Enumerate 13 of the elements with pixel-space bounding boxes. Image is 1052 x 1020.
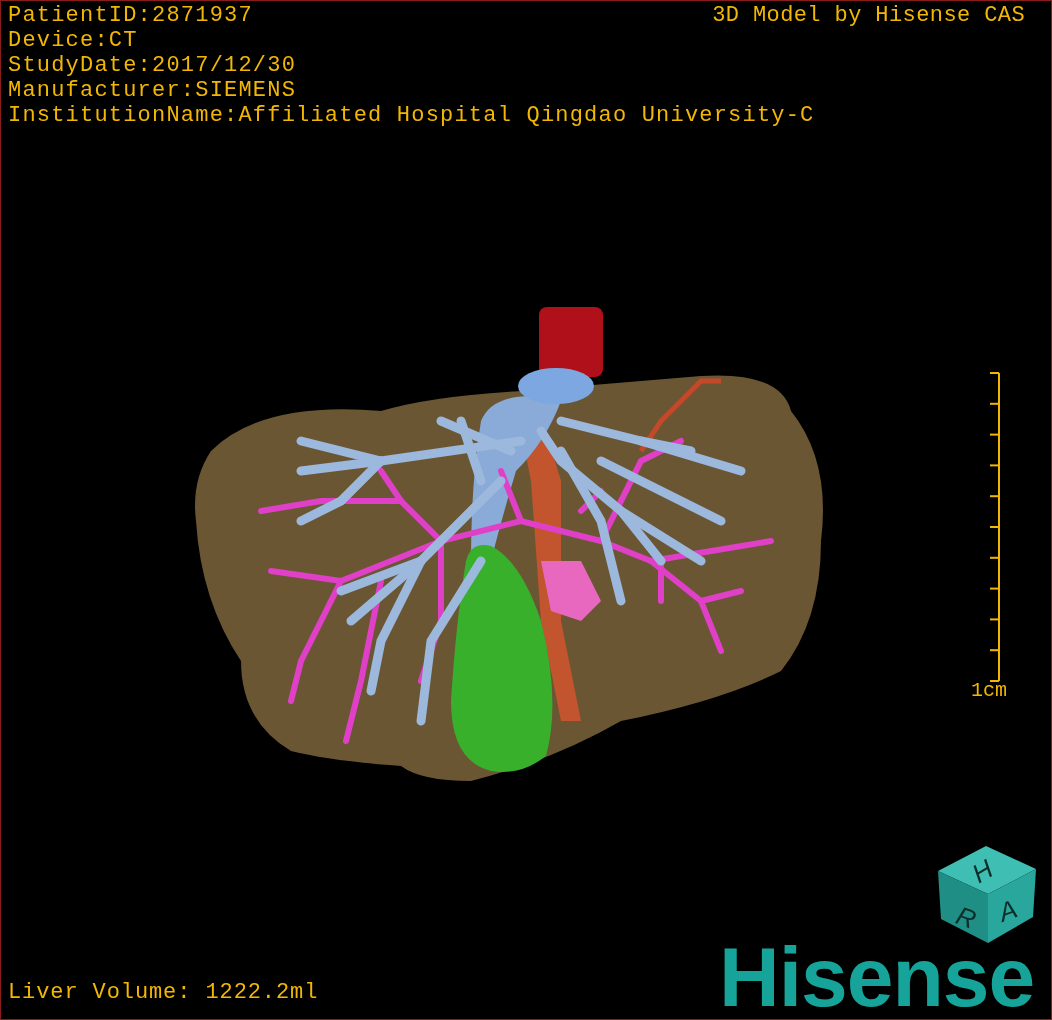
cube-face-label: A xyxy=(994,893,1022,928)
orientation-cube-icon[interactable] xyxy=(938,846,1036,943)
patient-info-text: PatientID:2871937 xyxy=(8,3,253,28)
patient-info-text: Device:CT xyxy=(8,28,138,53)
patient-info-text: Manufacturer:SIEMENS xyxy=(8,78,297,103)
patient-info-text: InstitutionName:Affiliated Hospital Qingdao University-C xyxy=(8,103,815,128)
liver-volume-text: Liver Volume: 1222.2ml xyxy=(8,980,319,1005)
model-credit-text: 3D Model by Hisense CAS xyxy=(712,3,1025,28)
cube-face-label: H xyxy=(966,853,999,889)
brand-logo: Hisense xyxy=(719,935,1035,1019)
scale-label: 1cm xyxy=(971,679,1007,703)
patient-info-text: StudyDate:2017/12/30 xyxy=(8,53,297,78)
cube-face-label: R xyxy=(952,900,981,935)
